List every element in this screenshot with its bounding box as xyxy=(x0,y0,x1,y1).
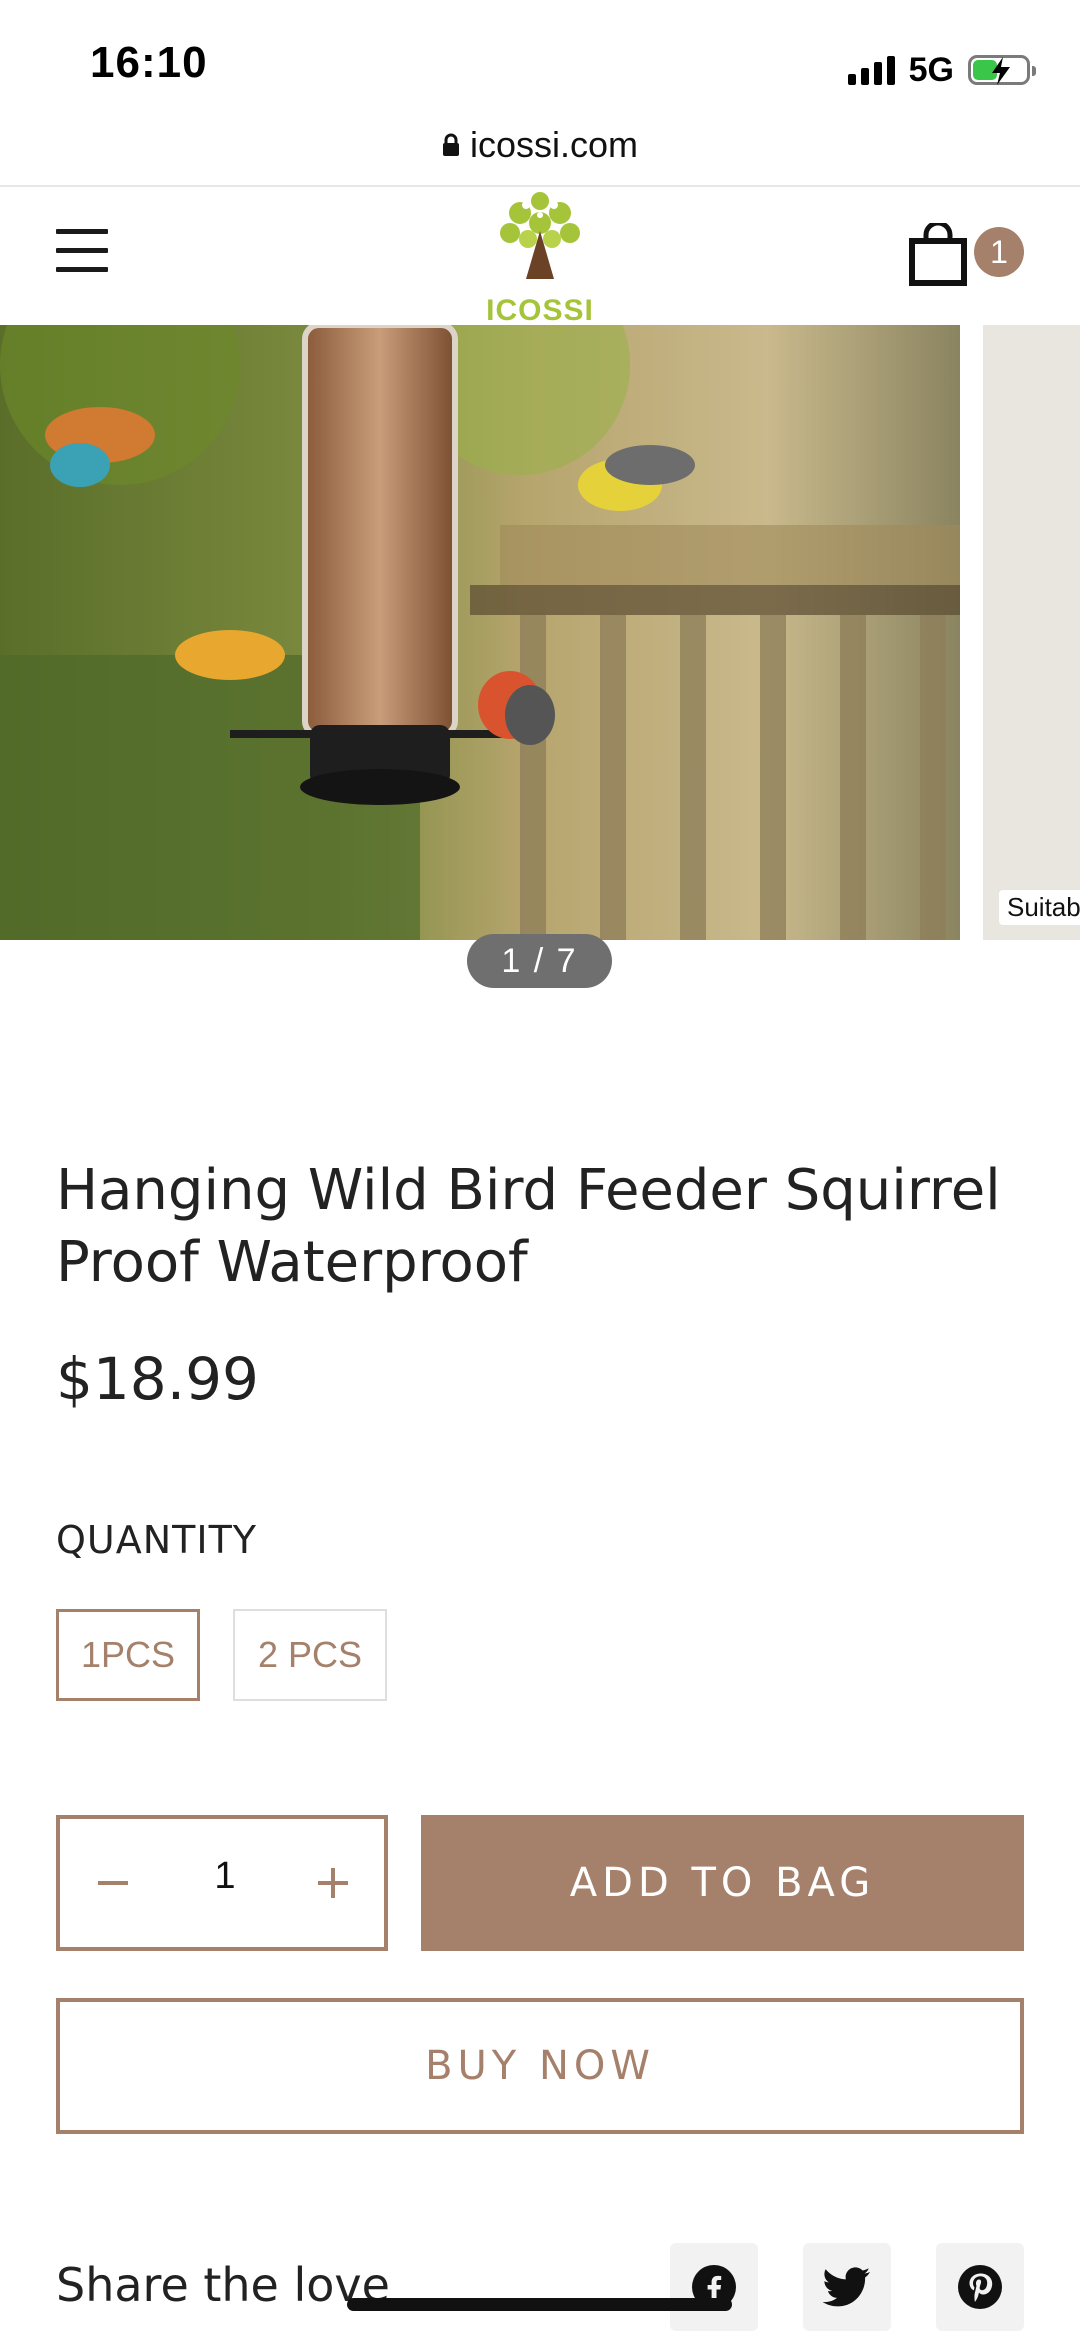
address-bar[interactable]: icossi.com xyxy=(0,120,1080,186)
hamburger-menu-icon[interactable] xyxy=(56,229,108,273)
product-image-slide[interactable] xyxy=(0,325,960,940)
twitter-icon[interactable] xyxy=(803,2243,891,2331)
tree-logo-icon xyxy=(500,192,580,279)
cart-count-badge[interactable]: 1 xyxy=(974,227,1024,277)
quantity-value[interactable]: 1 xyxy=(170,1855,280,1898)
lock-icon xyxy=(442,124,460,166)
home-indicator[interactable] xyxy=(347,2298,732,2311)
product-price: $18.99 xyxy=(56,1345,259,1413)
battery-charging-icon xyxy=(968,55,1036,85)
pinterest-icon[interactable] xyxy=(936,2243,1024,2331)
variant-option-1pcs[interactable]: 1PCS xyxy=(56,1609,200,1701)
next-image-slide-preview[interactable]: Suitable xyxy=(983,325,1080,940)
url-text: icossi.com xyxy=(469,124,639,165)
share-label: Share the love xyxy=(56,2258,390,2312)
site-header: ICOSSI 1 xyxy=(0,187,1080,327)
quantity-label: QUANTITY xyxy=(56,1518,257,1562)
plus-icon[interactable] xyxy=(310,1859,360,1909)
add-to-bag-button[interactable]: ADD TO BAG xyxy=(421,1815,1024,1951)
minus-icon[interactable] xyxy=(90,1859,140,1909)
logo-text: ICOSSI xyxy=(486,294,594,327)
buy-now-button[interactable]: BUY NOW xyxy=(56,1998,1024,2134)
product-image-gallery[interactable]: Suitable xyxy=(0,325,1080,940)
signal-icon xyxy=(847,55,895,85)
facebook-icon[interactable] xyxy=(670,2243,758,2331)
status-indicators: 5G xyxy=(847,48,1036,92)
network-type: 5G xyxy=(908,50,954,89)
shopping-bag-icon[interactable] xyxy=(908,220,968,287)
variant-option-2pcs[interactable]: 2 PCS xyxy=(233,1609,387,1701)
image-counter: 1 / 7 xyxy=(467,934,612,988)
slide-caption: Suitable xyxy=(999,890,1080,925)
quantity-stepper: 1 xyxy=(56,1815,388,1951)
status-time: 16:10 xyxy=(90,38,208,87)
status-bar: 16:10 5G xyxy=(0,0,1080,130)
product-title: Hanging Wild Bird Feeder Squirrel Proof … xyxy=(56,1158,1001,1295)
site-logo[interactable]: ICOSSI xyxy=(480,187,600,327)
